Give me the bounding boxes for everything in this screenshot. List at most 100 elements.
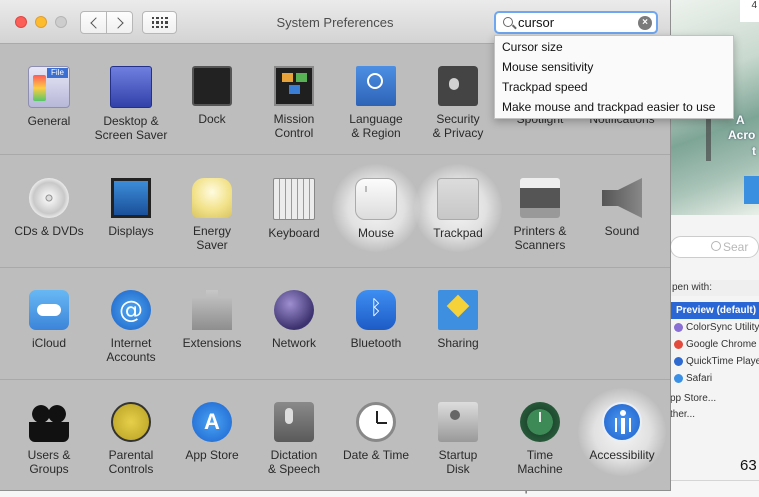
open-with-item[interactable]: Google Chrome xyxy=(668,336,759,353)
pane-cd[interactable]: CDs & DVDs xyxy=(8,178,90,238)
time-machine-icon xyxy=(520,402,560,442)
pane-mouse[interactable]: Mouse xyxy=(335,178,417,240)
keyboard-icon xyxy=(273,178,315,220)
pane-extensions[interactable]: Extensions xyxy=(171,290,253,350)
icloud-icon xyxy=(29,290,69,330)
pane-network[interactable]: Network xyxy=(253,290,335,350)
speaker-icon xyxy=(602,178,642,218)
pane-parental[interactable]: Parental Controls xyxy=(90,402,172,476)
pane-label: Desktop & Screen Saver xyxy=(94,114,168,142)
open-with-item[interactable]: Safari xyxy=(668,370,759,387)
clock-icon xyxy=(356,402,396,442)
pane-printers[interactable]: Printers & Scanners xyxy=(499,178,581,252)
mission-control-icon xyxy=(274,66,314,106)
pane-general[interactable]: General xyxy=(8,66,90,128)
pane-label: Extensions xyxy=(182,336,242,350)
pane-label: Mission Control xyxy=(273,112,315,140)
pane-users[interactable]: Users & Groups xyxy=(8,402,90,476)
pane-label: Energy Saver xyxy=(192,224,232,252)
pane-displays[interactable]: Displays xyxy=(90,178,172,238)
pane-dock[interactable]: Dock xyxy=(171,66,253,126)
parental-icon xyxy=(111,402,151,442)
page-number: 63 xyxy=(740,457,757,474)
pane-label: Displays xyxy=(108,224,154,238)
pane-appstore[interactable]: A App Store xyxy=(171,402,253,462)
search-input[interactable] xyxy=(518,14,628,31)
pane-internet[interactable]: @ Internet Accounts xyxy=(90,290,172,364)
cd-icon xyxy=(29,178,69,218)
pane-label: Language & Region xyxy=(349,112,403,140)
pane-section: CDs & DVDs Displays Energy Saver Keyboard Mo… xyxy=(0,156,670,268)
pane-label: Keyboard xyxy=(268,226,320,240)
suggestion-mouse-sensitivity[interactable]: Mouse sensitivity xyxy=(495,57,733,77)
pane-security[interactable]: Security & Privacy xyxy=(417,66,499,140)
pane-timemachine[interactable]: Time Machine xyxy=(499,402,581,476)
app-icon xyxy=(674,323,683,332)
open-with-header: pen with: xyxy=(668,280,759,296)
photo-text: t xyxy=(752,144,756,158)
globe-icon xyxy=(274,290,314,330)
photo-text: A xyxy=(736,113,745,127)
pane-label: Date & Time xyxy=(342,448,410,462)
printer-icon xyxy=(520,178,560,218)
corner-label: 4 xyxy=(740,0,759,22)
background-search-field[interactable]: Sear xyxy=(670,236,759,258)
pane-label: Printers & Scanners xyxy=(513,224,567,252)
bluetooth-glyph: ᛒ xyxy=(370,297,382,319)
pane-section: iCloud @ Internet Accounts Extensions Networ… xyxy=(0,268,670,380)
pane-datetime[interactable]: Date & Time xyxy=(335,402,417,462)
pane-desktop[interactable]: Desktop & Screen Saver xyxy=(90,66,172,142)
microphone-icon xyxy=(274,402,314,442)
pane-label: Mouse xyxy=(357,226,395,240)
open-with-item[interactable]: ther... xyxy=(668,407,759,423)
photo-text: Acro xyxy=(728,128,756,142)
clear-search-icon[interactable]: × xyxy=(638,16,652,30)
bulb-icon xyxy=(192,178,232,218)
pane-bluetooth[interactable]: ᛒ Bluetooth xyxy=(335,290,417,350)
pane-energy[interactable]: Energy Saver xyxy=(171,178,253,252)
trackpad-icon xyxy=(437,178,479,220)
mouse-icon xyxy=(355,178,397,220)
search-suggestions: Cursor size Mouse sensitivity Trackpad s… xyxy=(494,35,734,119)
pane-label: Bluetooth xyxy=(350,336,402,350)
suggestion-easier-mouse-trackpad[interactable]: Make mouse and trackpad easier to use xyxy=(495,97,733,117)
pane-label: App Store xyxy=(185,448,239,462)
pane-label: Sharing xyxy=(437,336,479,350)
pane-accessibility[interactable]: Accessibility xyxy=(581,402,663,462)
app-icon xyxy=(674,357,683,366)
sharing-folder-icon xyxy=(438,290,478,330)
pane-label: Security & Privacy xyxy=(432,112,484,140)
pane-sharing[interactable]: Sharing xyxy=(417,290,499,350)
suggestion-cursor-size[interactable]: Cursor size xyxy=(495,37,733,57)
pane-icloud[interactable]: iCloud xyxy=(8,290,90,350)
open-with-item[interactable]: QuickTime Player xyxy=(668,353,759,370)
pane-label: Time Machine xyxy=(517,448,563,476)
open-with-item[interactable]: pp Store... xyxy=(668,391,759,407)
pane-label: Internet Accounts xyxy=(106,336,156,364)
app-icon xyxy=(674,340,683,349)
open-with-item[interactable]: ColorSync Utility xyxy=(668,319,759,336)
search-icon xyxy=(711,241,721,251)
pane-label: General xyxy=(27,114,71,128)
pane-label: CDs & DVDs xyxy=(14,224,84,238)
pane-trackpad[interactable]: Trackpad xyxy=(417,178,499,240)
pane-language[interactable]: Language & Region xyxy=(335,66,417,140)
pane-label: Network xyxy=(271,336,316,350)
pane-label: iCloud xyxy=(31,336,67,350)
pane-keyboard[interactable]: Keyboard xyxy=(253,178,335,240)
pane-label: Dictation & Speech xyxy=(267,448,321,476)
puzzle-icon xyxy=(192,290,232,330)
search-icon xyxy=(503,17,513,27)
pane-startup[interactable]: Startup Disk xyxy=(417,402,499,476)
pane-label: Accessibility xyxy=(589,448,655,462)
pane-dictation[interactable]: Dictation & Speech xyxy=(253,402,335,476)
search-field[interactable]: × xyxy=(494,11,658,34)
at-sign-glyph: @ xyxy=(119,296,143,324)
open-with-selected[interactable]: Preview (default) xyxy=(668,302,759,319)
pane-label: Dock xyxy=(198,112,226,126)
disk-icon xyxy=(438,402,478,442)
suggestion-trackpad-speed[interactable]: Trackpad speed xyxy=(495,77,733,97)
accessibility-icon xyxy=(602,402,642,442)
pane-mission[interactable]: Mission Control xyxy=(253,66,335,140)
pane-sound[interactable]: Sound xyxy=(581,178,663,238)
